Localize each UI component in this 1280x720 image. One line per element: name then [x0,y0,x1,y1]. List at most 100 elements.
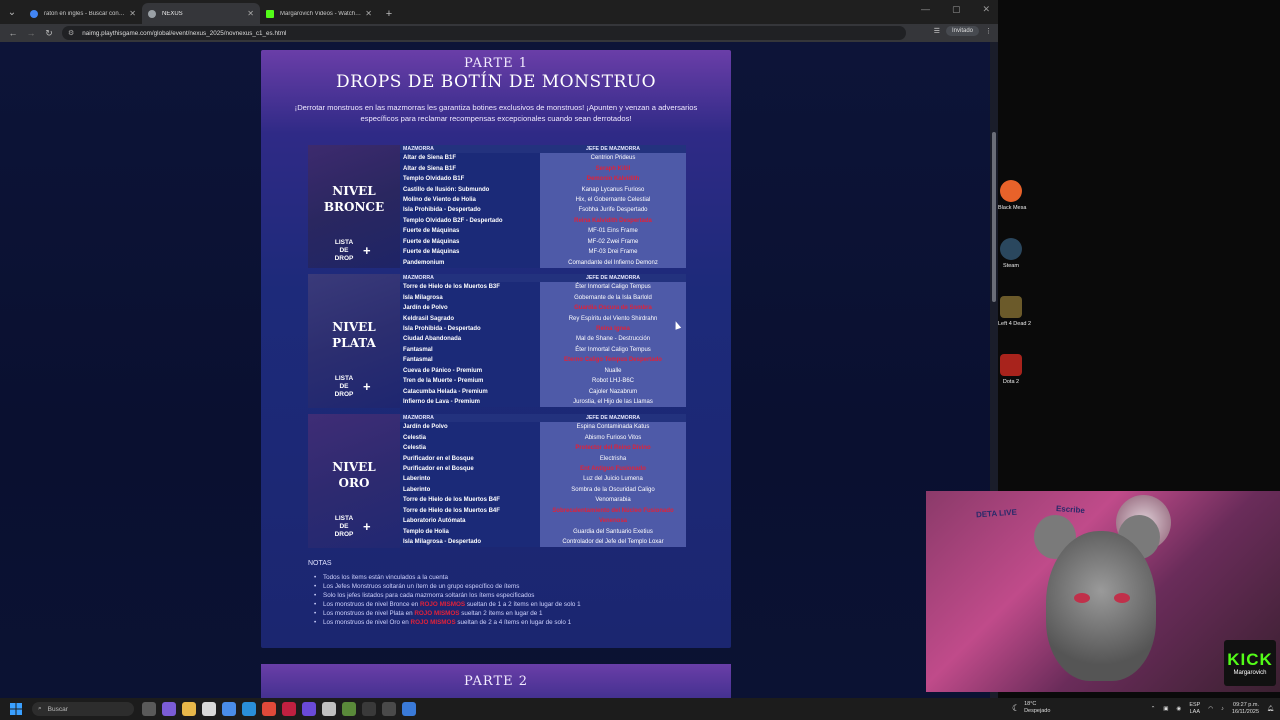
mask-eye [1114,593,1130,603]
desktop-icon-black-mesa[interactable]: Black Mesa [998,180,1027,211]
desktop-icon-dota2[interactable]: Dota 2 [998,354,1024,385]
forward-icon[interactable]: → [22,28,40,38]
tier-name: NIVEL PLATA [308,319,400,351]
app-icon[interactable] [362,702,376,716]
clock-date: 16/11/2025 [1231,709,1260,715]
table-row: Templo de Holia Guardia del Santuario Exe… [400,526,686,537]
tray-app-icon[interactable]: ▣ [1163,706,1168,712]
col-boss: JEFE DE MAZMORRA [586,275,640,281]
left4dead2-icon [1000,296,1022,318]
app-icon[interactable] [282,702,296,716]
note-highlight: ROJO MISMOS [419,601,466,609]
note-text: sueltan 2 ítems en lugar de 1 [459,610,543,618]
boss-cell: Guardia Oscura de Sombra [540,302,686,314]
note-text: sueltan de 1 a 2 ítems en lugar de solo … [465,601,581,609]
volume-icon[interactable]: ♪ [1221,706,1224,712]
plus-icon: + [363,379,371,394]
desktop-icon-left4dead2[interactable]: Left 4 Dead 2 [998,296,1031,327]
icon-label: Black Mesa [998,205,1027,211]
taskbar-search[interactable]: ⌕ Buscar [32,702,134,716]
profile-button[interactable]: Invitado [945,26,979,36]
tab-strip: ⌄ raton en ingles - Buscar con Go ✕ NEXU… [0,0,998,24]
drop-list-button[interactable]: LISTA DE DROP + [330,239,371,263]
task-view-icon[interactable] [142,702,156,716]
app-icon[interactable] [382,702,396,716]
table-row: Tren de la Muerte - Premium Robot LHJ-B6C [400,375,686,387]
tab-google-search[interactable]: raton en ingles - Buscar con Go ✕ [24,3,142,24]
app-icon[interactable] [322,702,336,716]
app-icon[interactable] [262,702,276,716]
app-icon[interactable] [342,702,356,716]
note-text: Los Jefes Monstruos soltarán un ítem de … [323,583,520,591]
notes-title: NOTAS [308,560,332,567]
app-icon[interactable] [402,702,416,716]
note-text: sueltan de 2 a 4 ítems en lugar de solo … [455,619,572,627]
scrollbar-thumb[interactable] [992,132,996,302]
col-dungeon: MAZMORRA [403,275,434,281]
file-explorer-icon[interactable] [182,702,196,716]
notifications-icon[interactable]: 🔔︎ [1267,706,1274,712]
tab-search-icon[interactable]: ⌄ [0,0,24,24]
dungeon-cell: Jardín de Polvo [400,422,540,433]
language-indicator[interactable]: ESP LAA [1189,702,1200,716]
dungeon-cell: Celestia [400,442,540,454]
clock-time: 09:27 p.m. [1233,702,1260,708]
note-highlight: ROJO MISMOS [414,610,460,618]
table-row: Celestia Abismo Furioso Vitos [400,432,686,443]
drop-list-button[interactable]: LISTA DE DROP + [330,375,371,399]
tier-name-line1: NIVEL [332,460,376,474]
weather-desc: Despejado [1024,708,1051,714]
note-item: Los monstruos de nivel Oro en ROJO MISMO… [314,618,708,627]
tab-kick-videos[interactable]: Margarovich Videos - Watch Cl ✕ [260,3,378,24]
tray-app-icon[interactable]: ◉ [1177,706,1182,712]
drop-list-button[interactable]: LISTA DE DROP + [330,515,371,539]
dungeon-cell: Purificador en el Bosque [400,463,540,475]
menu-icon[interactable]: ⋮ [985,27,992,35]
table-header: MAZMORRA JEFE DE MAZMORRA [400,274,686,282]
boss-cell: Kanap Lycanus Furioso [540,184,686,195]
dungeon-cell: Cueva de Pánico - Premium [400,365,540,376]
address-bar[interactable]: ⚙ naimg.playthisgame.com/global/event/ne… [62,26,906,40]
close-tab-icon[interactable]: ✕ [365,9,372,18]
dungeon-cell: Catacumba Helada - Premium [400,386,540,397]
tab-nexus[interactable]: NEXUS ✕ [142,3,260,24]
notes-list: Todos los ítems están vinculados a la cu… [308,573,708,628]
table-row: Isla Prohibida - Despertado Fsobha Jurife… [400,205,686,216]
windows-start-icon[interactable] [6,699,26,719]
page-viewport: PARTE 1 DROPS DE BOTÍN DE MONSTRUO ¡Derr… [0,42,990,698]
col-dungeon: MAZMORRA [403,415,434,421]
clock[interactable]: 09:27 p.m. 16/11/2025 [1232,702,1259,716]
maximize-icon[interactable]: ▢ [952,4,961,15]
dungeon-cell: Castillo de Ilusión: Submundo [400,184,540,195]
tray-overflow-icon[interactable]: ⌃ [1151,706,1156,712]
close-tab-icon[interactable]: ✕ [129,9,136,18]
back-icon[interactable]: ← [4,28,22,38]
copilot-icon[interactable] [162,702,176,716]
reload-icon[interactable]: ↻ [40,28,58,39]
extensions-icon[interactable]: ☰ [934,27,940,35]
site-info-icon[interactable]: ⚙ [68,29,74,37]
search-icon: ⌕ [38,705,42,712]
wifi-icon[interactable]: ◠ [1208,706,1213,712]
table-body: Torre de Hielo de los Muertos B3F Éter In… [400,282,686,408]
store-icon[interactable] [202,702,216,716]
chrome-icon[interactable] [222,702,236,716]
dungeon-cell: Purificador en el Bosque [400,453,540,464]
dungeon-cell: Isla Milagrosa [400,292,540,303]
wall-sign: DETA LIVE [975,507,1018,520]
minimize-icon[interactable]: — [921,4,930,15]
kick-username: Margarovich [1233,670,1267,676]
lang-line2: LAA [1189,709,1201,715]
app-icon[interactable] [302,702,316,716]
desktop-icon-steam[interactable]: Steam [998,238,1024,269]
close-tab-icon[interactable]: ✕ [247,9,254,18]
tier-table: MAZMORRA JEFE DE MAZMORRA Jardín de Polv… [400,414,686,548]
dungeon-cell: Keldrasil Sagrado [400,313,540,324]
table-row: Purificador en el Bosque Ent Antiguo Fusi… [400,463,686,475]
dungeon-cell: Molino de Viento de Holia [400,194,540,206]
weather-widget[interactable]: ☾ 18°C Despejado [1012,701,1050,715]
close-window-icon[interactable]: ✕ [982,4,990,15]
edge-icon[interactable] [242,702,256,716]
new-tab-button[interactable]: + [378,3,400,24]
boss-cell: Guardia del Santuario Exetius [540,526,686,537]
